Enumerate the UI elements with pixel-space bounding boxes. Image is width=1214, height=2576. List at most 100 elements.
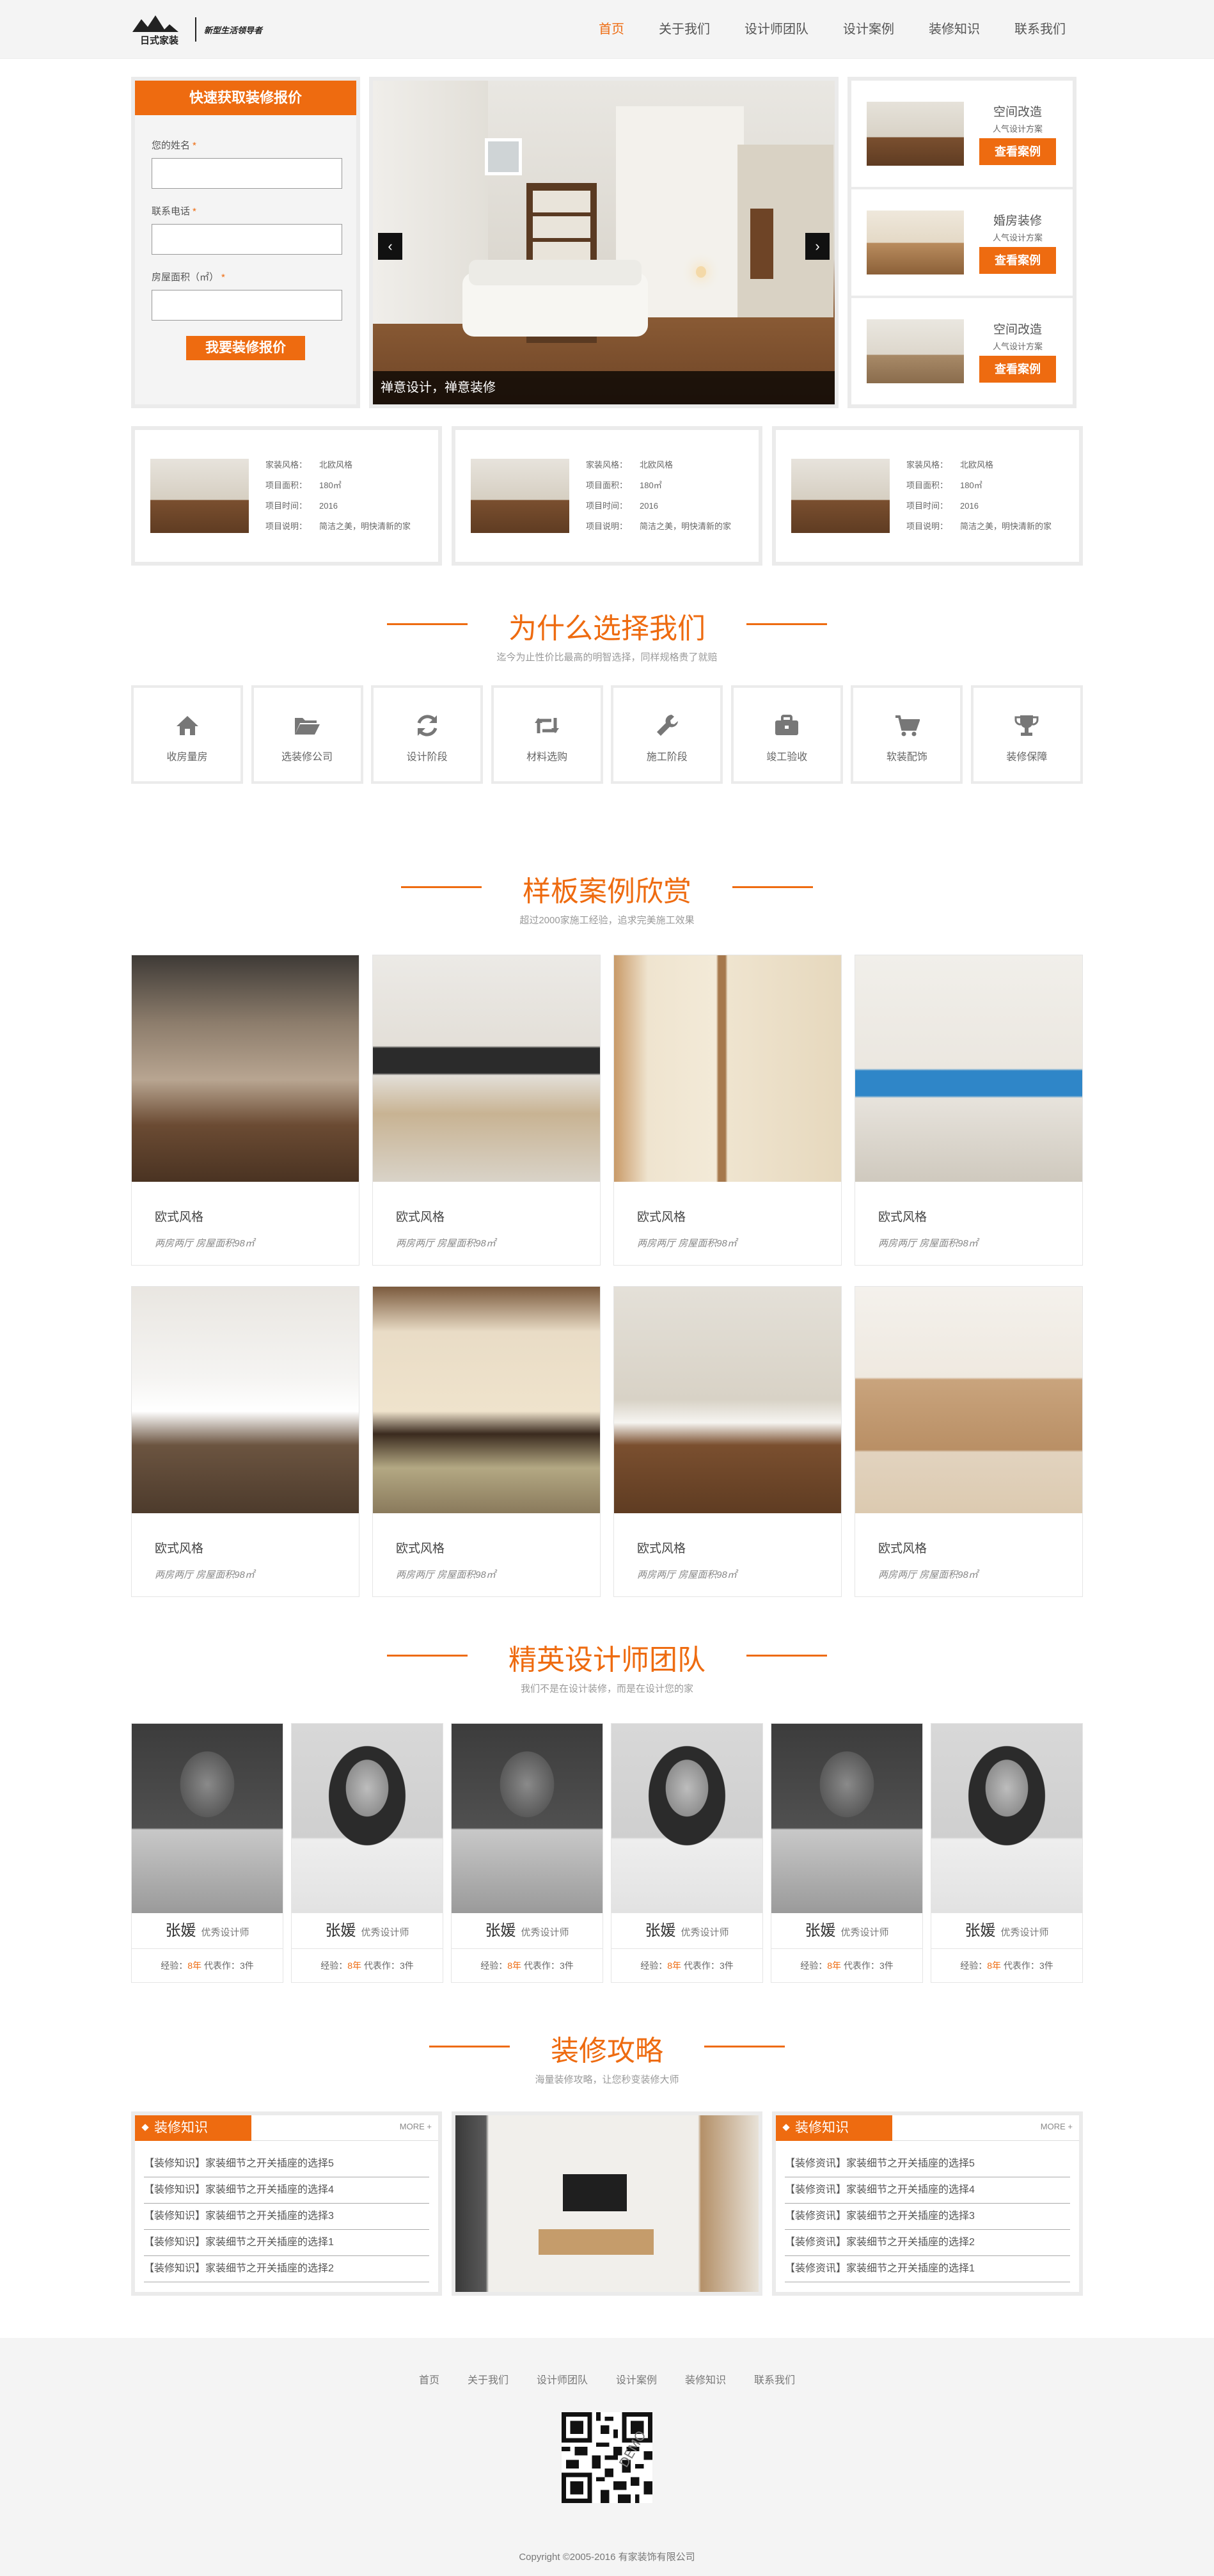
case-desc: 两房两厅 房屋面积98㎡: [396, 1238, 496, 1249]
designer-card[interactable]: 张媛 优秀设计师 经验：8年 代表作：3件: [131, 1723, 283, 1983]
quote-form: 您的姓名 * 联系电话 * 房屋面积（㎡） * 我要装修报价: [135, 115, 356, 360]
why-item[interactable]: 软装配饰: [851, 685, 963, 784]
view-case-button[interactable]: 查看案例: [979, 356, 1056, 383]
nav-contact[interactable]: 联系我们: [997, 0, 1083, 59]
case-image: [855, 955, 1082, 1182]
case-card[interactable]: 欧式风格 两房两厅 房屋面积98㎡: [131, 1286, 359, 1597]
name-input[interactable]: [152, 158, 342, 189]
article-link[interactable]: 【装修知识】家装细节之开关插座的选择1: [144, 2230, 429, 2256]
designer-card[interactable]: 张媛 优秀设计师 经验：8年 代表作：3件: [771, 1723, 923, 1983]
article-link[interactable]: 【装修资讯】家装细节之开关插座的选择3: [785, 2204, 1070, 2230]
more-link[interactable]: MORE +: [1041, 2122, 1073, 2131]
why-item[interactable]: 设计阶段: [371, 685, 484, 784]
why-item[interactable]: 施工阶段: [611, 685, 723, 784]
case-card[interactable]: 欧式风格 两房两厅 房屋面积98㎡: [855, 1286, 1083, 1597]
case-card[interactable]: 欧式风格 两房两厅 房屋面积98㎡: [855, 955, 1083, 1266]
side-case-thumb[interactable]: [867, 319, 964, 383]
why-item[interactable]: 竣工验收: [730, 685, 843, 784]
designer-card[interactable]: 张媛 优秀设计师 经验：8年 代表作：3件: [291, 1723, 443, 1983]
view-case-button[interactable]: 查看案例: [979, 247, 1056, 274]
article-link[interactable]: 【装修知识】家装细节之开关插座的选择3: [144, 2204, 429, 2230]
nav-cases[interactable]: 设计案例: [826, 0, 911, 59]
site-header: 日式家装 新型生活领导者 首页 关于我们 设计师团队 设计案例 装修知识 联系我…: [0, 0, 1214, 59]
why-item[interactable]: 选装修公司: [251, 685, 363, 784]
case-name: 欧式风格: [155, 1211, 204, 1224]
side-case-thumb[interactable]: [867, 211, 964, 274]
phone-input[interactable]: [152, 224, 342, 255]
case-name: 欧式风格: [396, 1542, 445, 1555]
case-image: [373, 955, 600, 1182]
designer-card[interactable]: 张媛 优秀设计师 经验：8年 代表作：3件: [931, 1723, 1083, 1983]
article-link[interactable]: 【装修资讯】家装细节之开关插座的选择4: [785, 2177, 1070, 2204]
designer-name: 张媛: [805, 1922, 836, 1939]
area-input[interactable]: [152, 290, 342, 321]
footer-nav-contact[interactable]: 联系我们: [740, 2371, 809, 2387]
view-case-button[interactable]: 查看案例: [979, 138, 1056, 165]
team-row: 张媛 优秀设计师 经验：8年 代表作：3件 张媛 优秀设计师 经验：8年 代表作：3…: [131, 1723, 1083, 1983]
copyright: Copyright ©2005-2016 有家装饰有限公司: [519, 2552, 695, 2563]
nav-knowledge[interactable]: 装修知识: [911, 0, 997, 59]
footer-nav-home[interactable]: 首页: [405, 2371, 453, 2387]
project-time: 2016: [319, 501, 338, 511]
quote-form-title: 快速获取装修报价: [135, 81, 356, 115]
footer-nav-cases[interactable]: 设计案例: [602, 2371, 671, 2387]
team-subtitle: 我们不是在设计装修，而是在设计您的家: [520, 1683, 693, 1694]
case-card[interactable]: 欧式风格 两房两厅 房屋面积98㎡: [613, 1286, 842, 1597]
footer-nav-knowledge[interactable]: 装修知识: [671, 2371, 740, 2387]
cases-grid: 欧式风格 两房两厅 房屋面积98㎡ 欧式风格 两房两厅 房屋面积98㎡ 欧式风格…: [131, 955, 1083, 1597]
guide-section-title: 装修攻略 海量装修攻略，让您秒变装修大师: [131, 2028, 1083, 2086]
guide-feature-image[interactable]: [452, 2111, 762, 2296]
submit-quote-button[interactable]: 我要装修报价: [186, 336, 305, 360]
more-link[interactable]: MORE +: [400, 2122, 432, 2131]
article-link[interactable]: 【装修知识】家装细节之开关插座的选择2: [144, 2256, 429, 2282]
designer-card[interactable]: 张媛 优秀设计师 经验：8年 代表作：3件: [611, 1723, 763, 1983]
qr-code-icon: DEMO: [562, 2412, 652, 2503]
article-link[interactable]: 【装修资讯】家装细节之开关插座的选择5: [785, 2151, 1070, 2177]
why-item[interactable]: 材料选购: [491, 685, 603, 784]
nav-about[interactable]: 关于我们: [642, 0, 727, 59]
side-case-item: 婚房装修 人气设计方案 查看案例: [851, 189, 1073, 298]
case-card[interactable]: 欧式风格 两房两厅 房屋面积98㎡: [372, 1286, 601, 1597]
slider-next-button[interactable]: ›: [805, 233, 830, 260]
article-link[interactable]: 【装修知识】家装细节之开关插座的选择4: [144, 2177, 429, 2204]
designer-photo: [292, 1724, 443, 1913]
why-item[interactable]: 装修保障: [970, 685, 1083, 784]
designer-card[interactable]: 张媛 优秀设计师 经验：8年 代表作：3件: [451, 1723, 603, 1983]
why-item[interactable]: 收房量房: [131, 685, 243, 784]
why-icons: 收房量房 选装修公司 设计阶段 材料选购 施工阶段 竣工验收 软装配饰 装修保障: [131, 685, 1083, 784]
footer-nav-designers[interactable]: 设计师团队: [523, 2371, 602, 2387]
article-link[interactable]: 【装修资讯】家装细节之开关插座的选择2: [785, 2230, 1070, 2256]
project-card[interactable]: 家装风格： 北欧风格 项目面积： 180㎡ 项目时间： 2016 项目说明： 简洁之美，…: [131, 426, 442, 566]
case-card[interactable]: 欧式风格 两房两厅 房屋面积98㎡: [613, 955, 842, 1266]
logo[interactable]: 日式家装 新型生活领导者: [131, 13, 262, 46]
phone-label: 联系电话 *: [152, 206, 196, 217]
case-image: [132, 955, 359, 1182]
nav-designers[interactable]: 设计师团队: [727, 0, 826, 59]
footer-nav: 首页 关于我们 设计师团队 设计案例 装修知识 联系我们: [0, 2371, 1214, 2387]
project-image: [791, 459, 890, 533]
news-tab[interactable]: 装修知识: [776, 2115, 892, 2141]
quote-form-panel: 快速获取装修报价 您的姓名 * 联系电话 * 房屋面积（㎡） * 我要装修报价: [131, 77, 360, 408]
knowledge-tab[interactable]: 装修知识: [135, 2115, 251, 2141]
projects-row: 家装风格： 北欧风格 项目面积： 180㎡ 项目时间： 2016 项目说明： 简洁之美，…: [131, 426, 1083, 566]
case-desc: 两房两厅 房屋面积98㎡: [155, 1570, 255, 1580]
side-case-thumb[interactable]: [867, 102, 964, 166]
case-name: 欧式风格: [878, 1211, 927, 1224]
nav-home[interactable]: 首页: [581, 0, 642, 59]
case-desc: 两房两厅 房屋面积98㎡: [878, 1570, 978, 1580]
case-name: 欧式风格: [396, 1211, 445, 1224]
area-label: 房屋面积（㎡） *: [152, 272, 225, 283]
case-card[interactable]: 欧式风格 两房两厅 房屋面积98㎡: [372, 955, 601, 1266]
side-cases-panel: 空间改造 人气设计方案 查看案例 婚房装修 人气设计方案 查看案例 空间改造 人气设计方案…: [847, 77, 1076, 408]
guide-subtitle: 海量装修攻略，让您秒变装修大师: [535, 2074, 679, 2085]
footer-nav-about[interactable]: 关于我们: [453, 2371, 523, 2387]
project-time: 2016: [640, 501, 658, 511]
article-link[interactable]: 【装修资讯】家装细节之开关插座的选择1: [785, 2256, 1070, 2282]
case-desc: 两房两厅 房屋面积98㎡: [637, 1570, 737, 1580]
project-card[interactable]: 家装风格： 北欧风格 项目面积： 180㎡ 项目时间： 2016 项目说明： 简洁之美，…: [452, 426, 762, 566]
project-card[interactable]: 家装风格： 北欧风格 项目面积： 180㎡ 项目时间： 2016 项目说明： 简洁之美，…: [772, 426, 1083, 566]
slider-prev-button[interactable]: ‹: [378, 233, 402, 260]
team-title: 精英设计师团队: [387, 1637, 827, 1678]
article-link[interactable]: 【装修知识】家装细节之开关插座的选择5: [144, 2151, 429, 2177]
case-card[interactable]: 欧式风格 两房两厅 房屋面积98㎡: [131, 955, 359, 1266]
